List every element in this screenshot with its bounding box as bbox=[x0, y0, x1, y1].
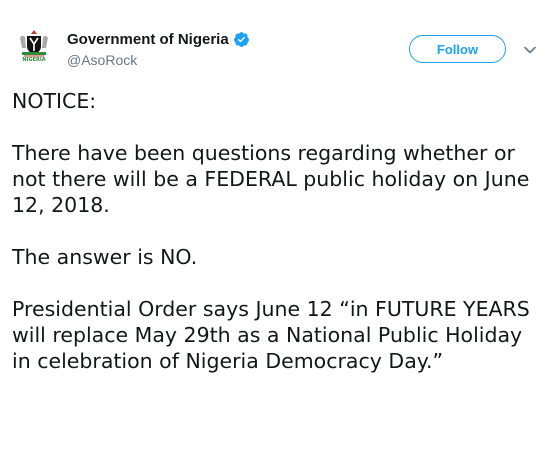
tweet-paragraph: NOTICE: bbox=[12, 89, 97, 113]
tweet-paragraph: Presidential Order says June 12 “in FUTU… bbox=[12, 297, 530, 373]
nigeria-coat-of-arms-icon bbox=[20, 30, 48, 57]
tweet-paragraph: The answer is NO. bbox=[12, 245, 198, 269]
author-names: Government of Nigeria @AsoRock bbox=[67, 29, 367, 68]
display-name[interactable]: Government of Nigeria bbox=[67, 31, 229, 48]
tweet-card: NIGERIA Government of Nigeria @AsoRock F… bbox=[0, 0, 550, 450]
tweet-text: NOTICE: There have been questions regard… bbox=[12, 88, 542, 400]
tweet-header: NIGERIA Government of Nigeria @AsoRock F… bbox=[0, 0, 550, 82]
verified-badge-icon bbox=[233, 31, 250, 48]
avatar[interactable]: NIGERIA bbox=[12, 26, 56, 70]
chevron-down-icon bbox=[524, 46, 536, 54]
tweet-menu-button[interactable] bbox=[520, 40, 540, 60]
follow-button[interactable]: Follow bbox=[409, 35, 506, 63]
tweet-paragraph: There have been questions regarding whet… bbox=[12, 141, 530, 217]
display-name-row: Government of Nigeria bbox=[67, 29, 367, 49]
avatar-caption: NIGERIA bbox=[22, 57, 46, 63]
screen-name[interactable]: @AsoRock bbox=[67, 52, 367, 68]
